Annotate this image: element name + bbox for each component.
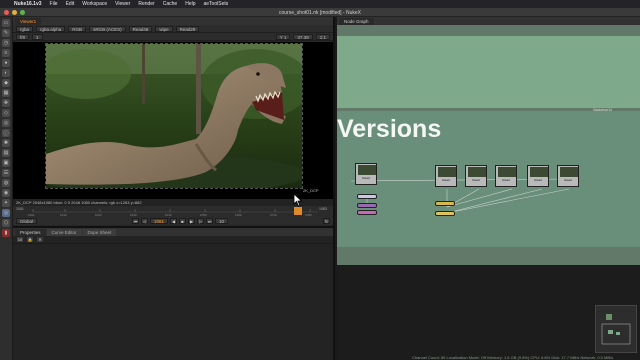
read-node-2[interactable]: Read: [465, 165, 487, 187]
playback-controls: Global ⏮ ◁ 1061 ◀ ■ ▶ ▷ ⏭ 10 ↻: [13, 217, 333, 225]
menu-workspace[interactable]: Workspace: [82, 1, 107, 7]
timeline-end-label: 1083: [319, 207, 327, 211]
timeline-start-label: 1001: [16, 207, 24, 211]
time-tools-icon[interactable]: ◷: [2, 39, 10, 47]
image-tools-icon[interactable]: ▭: [2, 19, 10, 27]
draw-tools-icon[interactable]: ✎: [2, 29, 10, 37]
fps-field[interactable]: f/8: [16, 33, 30, 40]
minimap-overview: [601, 314, 631, 345]
properties-panel: Properties Curve Editor Dope Sheet 10 🔒 …: [13, 226, 333, 360]
read-node-4[interactable]: Read: [527, 165, 549, 187]
menu-bar: Nuke16.1v3 File Edit Workspace Viewer Re…: [0, 0, 640, 8]
menu-render[interactable]: Render: [138, 1, 154, 7]
menu-edit[interactable]: Edit: [66, 1, 75, 7]
grade-node[interactable]: [357, 194, 377, 199]
cara-vr-tools-icon[interactable]: ◉: [2, 189, 10, 197]
alpha-channel-dropdown[interactable]: rgba.alpha: [36, 25, 66, 32]
loop-icon[interactable]: ↻: [323, 218, 331, 224]
read-node-left[interactable]: Read: [355, 163, 377, 185]
tab-viewer1[interactable]: Viewer1: [15, 18, 42, 25]
particles-tools-icon[interactable]: ✺: [2, 139, 10, 147]
other-tools-icon[interactable]: ☰: [2, 169, 10, 177]
mouse-cursor-icon: [293, 193, 303, 207]
tab-dope-sheet[interactable]: Dope Sheet: [82, 229, 117, 236]
input-a-dropdown[interactable]: Read46: [128, 25, 153, 32]
filter-tools-icon[interactable]: ◐: [2, 69, 10, 77]
switch-node-2[interactable]: [435, 211, 455, 216]
ocio-tools-icon[interactable]: ◎: [2, 209, 10, 217]
gamma-field[interactable]: Y 1: [275, 33, 291, 40]
max-panels-field[interactable]: 10: [17, 237, 23, 242]
last-frame-icon[interactable]: ⏭: [206, 218, 214, 224]
gizmos-icon[interactable]: ⬡: [2, 219, 10, 227]
lock-icon[interactable]: 🔒: [27, 237, 33, 242]
current-frame-field[interactable]: 1061: [150, 218, 169, 224]
node-graph-panel: Node Graph Backdrop14 Versions Read Read…: [337, 17, 640, 360]
keyer-tools-icon[interactable]: ◆: [2, 79, 10, 87]
transform-tools-icon[interactable]: ✥: [2, 99, 10, 107]
colorspace-dropdown[interactable]: RGB: [68, 25, 87, 32]
menu-app-name[interactable]: Nuke16.1v3: [14, 1, 42, 7]
menu-file[interactable]: File: [50, 1, 58, 7]
format-label-right: 2K_DCP: [303, 188, 319, 193]
node-graph-minimap[interactable]: [595, 305, 637, 353]
play-forward-icon[interactable]: ▶: [188, 218, 196, 224]
airtools-icon[interactable]: ✦: [2, 199, 10, 207]
play-back-icon[interactable]: ◀: [170, 218, 178, 224]
menu-help[interactable]: Help: [185, 1, 195, 7]
viewer-canvas[interactable]: 2K_DCP: [13, 42, 333, 199]
furnace-tools-icon[interactable]: ◍: [2, 179, 10, 187]
playback-mode-dropdown[interactable]: Global: [16, 218, 38, 224]
deep-tools-icon[interactable]: ▤: [2, 149, 10, 157]
channels-dropdown[interactable]: rgba: [16, 25, 34, 32]
read-node-5[interactable]: Read: [557, 165, 579, 187]
read-node-1[interactable]: Read: [435, 165, 457, 187]
viewer-tabs: Viewer1: [13, 17, 333, 25]
window-titlebar: course_shot01.nk [modified] - NukeX: [0, 8, 640, 17]
wipe-dropdown[interactable]: wipe: [155, 25, 173, 32]
status-bar: Channel Count: 89 Localization Mode: Off…: [412, 355, 614, 360]
switch-node-1[interactable]: [435, 201, 455, 206]
timeline-bar[interactable]: 1001 1001 1010 1020 1030 1040 1050 1060 …: [13, 206, 333, 217]
viewer-info-bar: 2K_DCP 2048x1080 bbox: 0 0 2048 1080 cha…: [13, 199, 333, 206]
toolsets-icon[interactable]: ▣: [2, 159, 10, 167]
menu-cache[interactable]: Cache: [163, 1, 177, 7]
properties-tabs: Properties Curve Editor Dope Sheet: [13, 228, 333, 236]
3d-tools-icon[interactable]: ◇: [2, 109, 10, 117]
frame-value-field[interactable]: 37.39: [293, 33, 313, 40]
viewer-top-controls: rgba rgba.alpha RGB sRGB (ACES) Read46 w…: [13, 25, 333, 33]
window-title: course_shot01.nk [modified] - NukeX: [279, 10, 361, 16]
node-connections: [350, 178, 570, 214]
display-colorspace-dropdown[interactable]: sRGB (ACES): [89, 25, 126, 32]
channel-tools-icon[interactable]: ≡: [2, 49, 10, 57]
menu-viewer[interactable]: Viewer: [115, 1, 130, 7]
node-toolbar: ▭ ✎ ◷ ≡ ● ◐ ◆ ▦ ✥ ◇ ◎ ⓘ ✺ ▤ ▣ ☰ ◍ ◉ ✦ ◎ …: [0, 17, 13, 360]
menu-aetoolsets[interactable]: aeToolSets: [204, 1, 229, 7]
color-tools-icon[interactable]: ●: [2, 59, 10, 67]
increment-field[interactable]: 10: [215, 218, 229, 224]
gain-field[interactable]: 1: [32, 33, 43, 40]
viewer-panel: Viewer1 rgba rgba.alpha RGB sRGB (ACES) …: [13, 17, 335, 360]
pink-node[interactable]: [357, 210, 377, 215]
plugin-tools-icon[interactable]: ▮: [2, 229, 10, 237]
stop-icon[interactable]: ■: [179, 218, 187, 224]
prev-keyframe-icon[interactable]: ◁: [141, 218, 148, 224]
zoom-field[interactable]: 1:1: [315, 33, 330, 40]
next-frame-icon[interactable]: ▷: [197, 218, 205, 224]
read-node-3[interactable]: Read: [495, 165, 517, 187]
properties-toolbar: 10 🔒 ✕: [13, 236, 333, 244]
clear-panels-icon[interactable]: ✕: [37, 237, 43, 242]
metadata-tools-icon[interactable]: ⓘ: [2, 129, 10, 137]
tab-properties[interactable]: Properties: [15, 229, 46, 236]
views-tools-icon[interactable]: ◎: [2, 119, 10, 127]
tab-curve-editor[interactable]: Curve Editor: [46, 229, 82, 236]
trex-scene-icon: [46, 44, 302, 188]
viewer-image-trex: [46, 44, 302, 188]
viewer-second-controls: f/8 1 Y 1 37.39 1:1: [13, 33, 333, 41]
input-b-dropdown[interactable]: Read29: [175, 25, 200, 32]
merge-node[interactable]: [357, 203, 377, 208]
merge-tools-icon[interactable]: ▦: [2, 89, 10, 97]
first-frame-icon[interactable]: ⏮: [132, 218, 139, 224]
